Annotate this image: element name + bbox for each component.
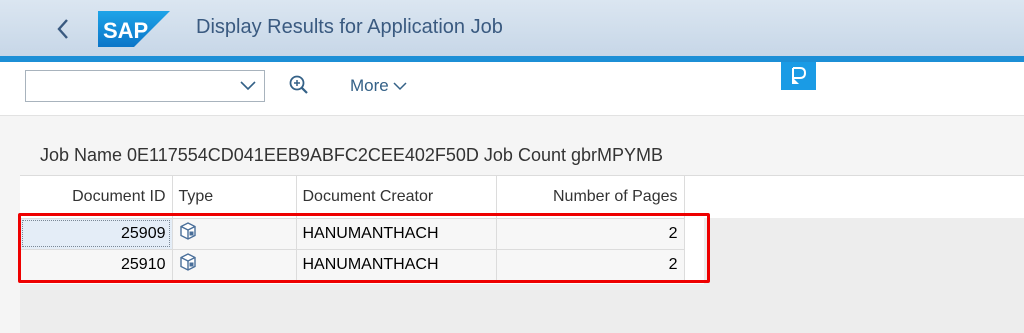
document-type-icon [179, 222, 196, 240]
cell-number-of-pages[interactable]: 2 [496, 218, 685, 250]
cell-number-of-pages[interactable]: 2 [496, 249, 685, 281]
results-table: Document ID Type Document Creator Number… [20, 176, 685, 281]
chevron-left-icon [57, 19, 68, 39]
table-header-row: Document ID Type Document Creator Number… [20, 176, 685, 219]
grid-empty-area [704, 218, 1024, 333]
chevron-down-icon [393, 81, 407, 90]
svg-text:SAP: SAP [103, 18, 148, 43]
document-type-icon [179, 253, 196, 271]
variant-combobox[interactable] [25, 70, 265, 102]
column-header-type[interactable]: Type [172, 176, 297, 219]
p-icon [791, 67, 806, 84]
cell-document-id[interactable]: 25909 [20, 218, 173, 250]
job-info: Job Name 0E117554CD041EEB9ABFC2CEE402F50… [40, 145, 663, 165]
results-grid: Document ID Type Document Creator Number… [20, 175, 1024, 333]
p-button[interactable] [781, 62, 816, 90]
shell-header: SAP Display Results for Application Job [0, 0, 1024, 58]
column-header-number-of-pages[interactable]: Number of Pages [496, 176, 685, 219]
column-header-document-id[interactable]: Document ID [20, 176, 173, 219]
page-title: Display Results for Application Job [196, 16, 503, 38]
more-label: More [350, 76, 389, 95]
toolbar: More [0, 62, 1024, 116]
cell-document-id[interactable]: 25910 [20, 249, 173, 281]
cell-document-creator[interactable]: HANUMANTHACH [296, 218, 497, 250]
column-header-document-creator[interactable]: Document Creator [296, 176, 497, 219]
zoom-in-icon [289, 75, 308, 94]
sap-logo: SAP [98, 11, 170, 47]
grid-empty-area [20, 284, 704, 333]
zoom-in-button[interactable] [288, 74, 312, 98]
cell-type[interactable] [172, 249, 297, 281]
cell-type[interactable] [172, 218, 297, 250]
back-button[interactable] [50, 14, 76, 44]
cell-document-creator[interactable]: HANUMANTHACH [296, 249, 497, 281]
table-row[interactable]: 25909 HANUMANTHACH 2 [20, 218, 685, 250]
table-row[interactable]: 25910 HANUMANTHACH 2 [20, 249, 685, 281]
more-button[interactable]: More [350, 76, 407, 96]
chevron-down-icon [240, 81, 256, 91]
